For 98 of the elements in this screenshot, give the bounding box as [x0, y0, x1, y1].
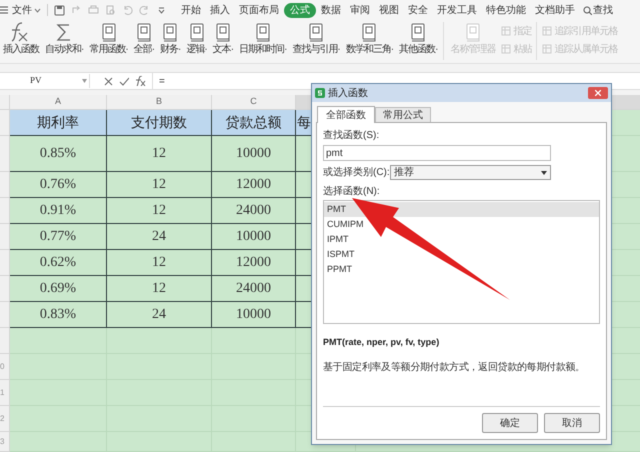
- table-cell: 0.83%: [10, 302, 107, 328]
- function-item[interactable]: IPMT: [324, 232, 599, 247]
- ribbon-button[interactable]: 财务·: [157, 22, 184, 57]
- row-header[interactable]: [0, 250, 10, 276]
- close-button[interactable]: [588, 87, 608, 99]
- menu-icon[interactable]: [0, 6, 8, 14]
- check-icon[interactable]: [119, 76, 129, 86]
- print-icon[interactable]: [88, 4, 99, 16]
- row-header[interactable]: [0, 302, 10, 328]
- table-cell: 0.76%: [10, 172, 107, 198]
- function-icon[interactable]: [134, 76, 146, 86]
- select-value: 推荐: [394, 166, 414, 180]
- trace-icon: [542, 44, 552, 54]
- menu-tab[interactable]: 插入: [206, 2, 234, 18]
- menu-tab[interactable]: 安全: [404, 2, 432, 18]
- close-icon: [595, 90, 601, 96]
- table-cell: 12: [107, 198, 212, 224]
- search-field[interactable]: pmt: [323, 145, 551, 161]
- category-select[interactable]: 推荐: [390, 165, 551, 180]
- row-header[interactable]: [0, 198, 10, 224]
- row-header[interactable]: [0, 328, 10, 354]
- function-list[interactable]: PMT CUMIPM IPMT ISPMT PPMT: [323, 200, 600, 324]
- table-cell: 12: [107, 172, 212, 198]
- menu-tab[interactable]: 文档助手: [531, 2, 579, 18]
- menu-tab[interactable]: 开始: [177, 2, 205, 18]
- menu-tab[interactable]: 视图: [375, 2, 403, 18]
- header-cell: 期利率: [10, 110, 107, 136]
- menu-tab[interactable]: 审阅: [346, 2, 374, 18]
- function-signature: PMT(rate, nper, pv, fv, type): [323, 336, 440, 349]
- dialog-tab[interactable]: 全部函数: [317, 106, 375, 123]
- ribbon-button[interactable]: 自动求和·: [42, 22, 86, 57]
- function-description: 基于固定利率及等额分期付款方式，返回贷款的每期付款额。: [323, 360, 586, 374]
- function-item[interactable]: ISPMT: [324, 247, 599, 262]
- row-header[interactable]: [0, 110, 10, 136]
- table-icon: [501, 44, 512, 54]
- app-icon: [315, 88, 325, 98]
- column-header[interactable]: B: [107, 95, 212, 109]
- undo-icon[interactable]: [71, 4, 82, 16]
- chevron-down-icon: [34, 8, 41, 12]
- table-cell: 12000: [212, 172, 296, 198]
- menu-tab[interactable]: 开发工具: [433, 2, 481, 18]
- ribbon-button[interactable]: 逻辑·: [183, 22, 210, 57]
- table-cell: 24000: [212, 276, 296, 302]
- redo-icon[interactable]: [139, 4, 150, 16]
- table-cell: 12: [107, 250, 212, 276]
- row-header[interactable]: [0, 136, 10, 172]
- undo-icon[interactable]: [122, 4, 133, 16]
- search-button[interactable]: 查找: [583, 2, 613, 18]
- row-header[interactable]: [0, 224, 10, 250]
- menu-tab[interactable]: 公式: [284, 2, 316, 18]
- table-cell: 12: [107, 276, 212, 302]
- menu-tab[interactable]: 数据: [317, 2, 345, 18]
- table-cell: 24: [107, 302, 212, 328]
- dialog-title: 插入函数: [328, 86, 368, 100]
- ribbon-button[interactable]: 数学和三角·: [342, 22, 396, 57]
- ribbon-button[interactable]: 其他函数·: [396, 22, 440, 57]
- table-cell: 10000: [212, 302, 296, 328]
- row-header[interactable]: [0, 276, 10, 302]
- dialog-tab[interactable]: 常用公式: [375, 107, 431, 122]
- table-cell: 10000: [212, 224, 296, 250]
- ribbon-button[interactable]: 文本·: [210, 22, 236, 57]
- customize-icon[interactable]: [156, 4, 167, 16]
- menu-tab[interactable]: 特色功能: [482, 2, 530, 18]
- field-label: 或选择类别(C):: [323, 166, 390, 180]
- table-icon: [501, 26, 512, 36]
- search-icon: [583, 6, 592, 14]
- save-icon[interactable]: [54, 4, 65, 16]
- column-header[interactable]: A: [10, 95, 107, 109]
- ribbon-button[interactable]: 查找与引用·: [289, 22, 343, 57]
- field-label: 选择函数(N):: [323, 184, 381, 199]
- table-cell: 0.85%: [10, 136, 107, 172]
- cancel-icon[interactable]: [104, 76, 113, 86]
- table-cell: 24: [107, 224, 212, 250]
- header-cell: 贷款总额: [212, 110, 296, 136]
- function-item[interactable]: CUMIPM: [324, 217, 599, 232]
- ribbon-button[interactable]: 日期和时间·: [236, 22, 290, 57]
- function-item[interactable]: PPMT: [324, 262, 599, 277]
- table-cell: 0.69%: [10, 276, 107, 302]
- name-box-value: PV: [30, 74, 42, 88]
- ribbon-button[interactable]: 常用函数·: [86, 22, 131, 57]
- table-cell: 24000: [212, 198, 296, 224]
- table-cell: 12: [107, 136, 212, 172]
- dropdown-icon: [82, 79, 87, 83]
- preview-icon[interactable]: [105, 4, 116, 16]
- table-cell: 0.77%: [10, 224, 107, 250]
- header-cell: 支付期数: [107, 110, 212, 136]
- row-header[interactable]: [0, 172, 10, 198]
- table-cell: 10000: [212, 136, 296, 172]
- trace-icon: [542, 26, 552, 36]
- ribbon-button[interactable]: 全部·: [130, 22, 158, 57]
- dialog-button[interactable]: 确定: [482, 413, 538, 433]
- table-cell: 0.91%: [10, 198, 107, 224]
- dialog-button[interactable]: 取消: [544, 413, 600, 433]
- file-menu[interactable]: 文件: [10, 2, 34, 18]
- ribbon-button[interactable]: 插入函数: [0, 22, 42, 57]
- table-cell: 12000: [212, 250, 296, 276]
- menu-tab[interactable]: 页面布局: [235, 2, 283, 18]
- table-cell: 0.62%: [10, 250, 107, 276]
